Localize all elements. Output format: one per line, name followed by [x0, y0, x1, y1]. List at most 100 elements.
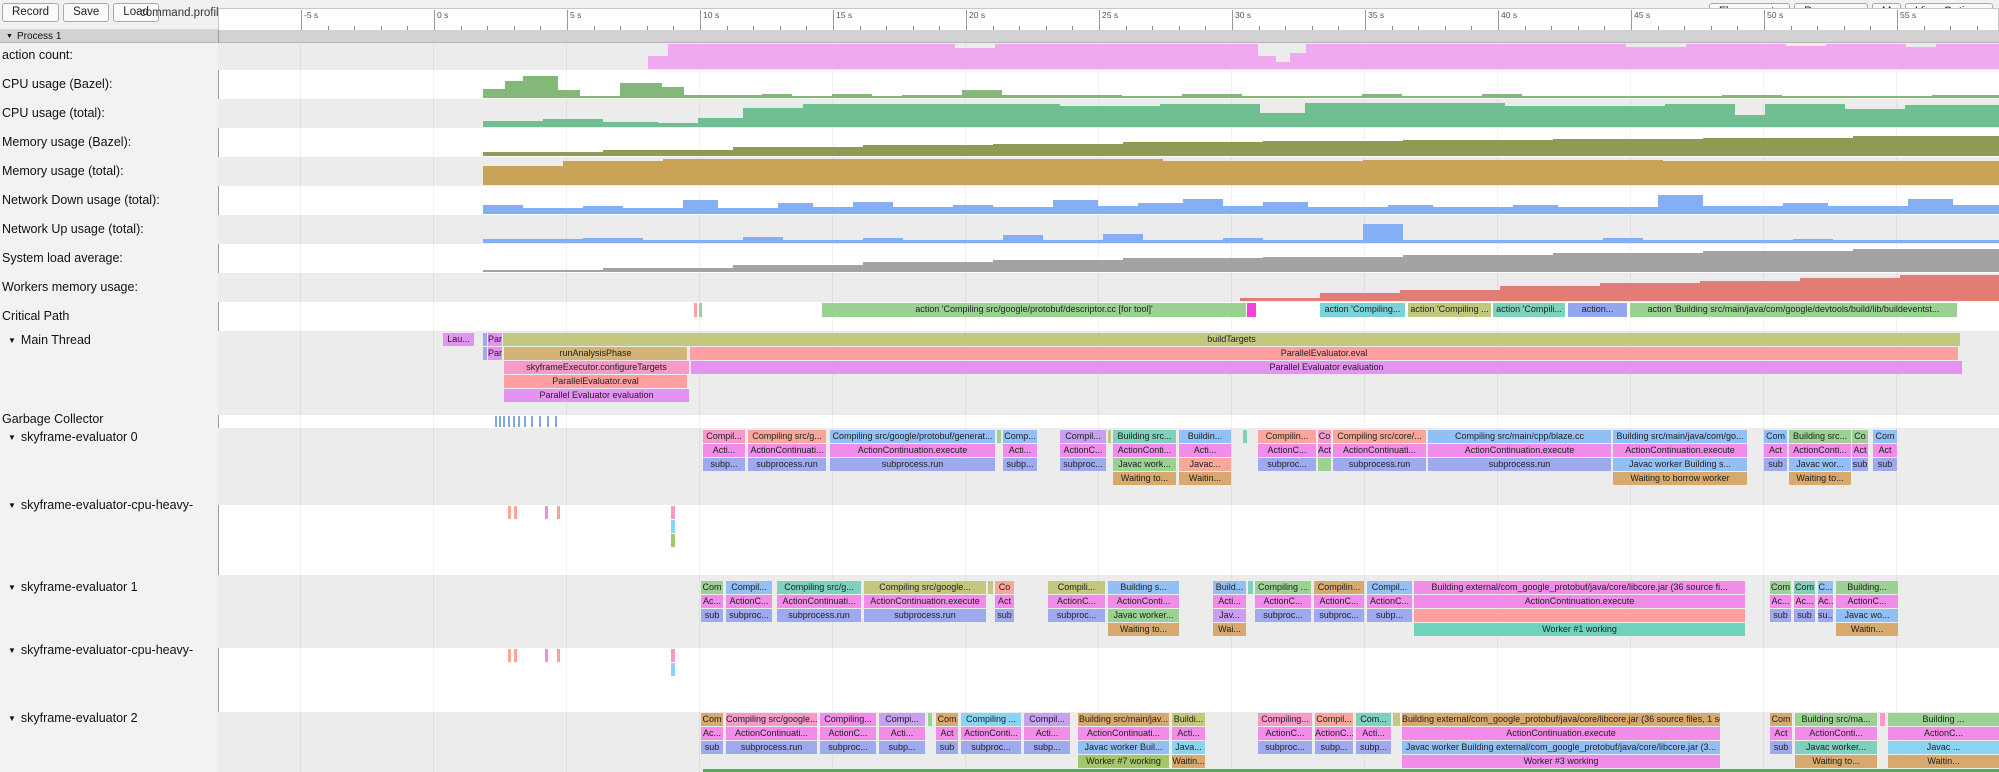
- counter-bar[interactable]: [543, 119, 603, 127]
- counter-bar[interactable]: [1553, 253, 1703, 272]
- trace-event[interactable]: ActionC...: [1836, 595, 1898, 608]
- counter-bar[interactable]: [1403, 255, 1553, 272]
- counter-bar[interactable]: [483, 121, 543, 127]
- trace-event[interactable]: Compiling ...: [1255, 581, 1311, 594]
- trace-event[interactable]: Building src/ma...: [1795, 713, 1877, 726]
- counter-bar[interactable]: [1665, 104, 1735, 127]
- counter-bar[interactable]: [863, 145, 993, 156]
- counter-bar[interactable]: [1263, 257, 1403, 272]
- trace-event[interactable]: Waitin...: [1179, 472, 1231, 485]
- counter-bar[interactable]: [1183, 199, 1223, 214]
- trace-event[interactable]: ActionC...: [1315, 727, 1353, 740]
- trace-event-sliver[interactable]: [671, 663, 675, 676]
- trace-event[interactable]: [1318, 458, 1331, 471]
- trace-event[interactable]: Javac worker Building s...: [1613, 458, 1747, 471]
- trace-event[interactable]: Javac worker Buil...: [1078, 741, 1169, 754]
- trace-event[interactable]: Par: [488, 333, 502, 346]
- trace-event[interactable]: Co: [1318, 430, 1331, 443]
- counter-bar[interactable]: [1833, 240, 1999, 243]
- trace-event[interactable]: C...: [1818, 581, 1833, 594]
- counter-bar[interactable]: [1553, 139, 1703, 156]
- trace-event[interactable]: ActionC...: [820, 727, 876, 740]
- counter-bar[interactable]: [1513, 205, 1558, 214]
- trace-event[interactable]: ActionC...: [1367, 595, 1412, 608]
- trace-event[interactable]: Act: [1852, 444, 1868, 457]
- trace-event[interactable]: Acti...: [1179, 444, 1231, 457]
- trace-event[interactable]: subp...: [1315, 741, 1353, 754]
- counter-bar[interactable]: [792, 96, 832, 98]
- counter-bar[interactable]: [1906, 47, 1936, 69]
- trace-event[interactable]: [1247, 303, 1256, 317]
- counter-bar[interactable]: [1003, 235, 1043, 243]
- counter-bar[interactable]: [483, 89, 505, 98]
- trace-event[interactable]: ActionC...: [1888, 727, 1999, 740]
- counter-bar[interactable]: [1122, 96, 1182, 98]
- trace-event[interactable]: Wai...: [1213, 623, 1246, 636]
- time-ruler[interactable]: -5 s0 s5 s10 s15 s20 s25 s30 s35 s40 s45…: [218, 8, 1999, 30]
- trace-event[interactable]: sub: [1852, 458, 1868, 471]
- counter-bar[interactable]: [563, 161, 663, 185]
- counter-bar[interactable]: [1853, 249, 1999, 272]
- counter-bar[interactable]: [1143, 240, 1223, 243]
- counter-bar[interactable]: [620, 83, 662, 98]
- trace-event-sliver[interactable]: [545, 506, 548, 519]
- record-button[interactable]: Record: [2, 3, 59, 22]
- trace-event[interactable]: subprocess.run: [726, 741, 817, 754]
- trace-event[interactable]: Comp...: [1003, 430, 1037, 443]
- trace-event[interactable]: Parallel Evaluator evaluation: [691, 361, 1962, 374]
- trace-event[interactable]: Compili...: [1048, 581, 1105, 594]
- trace-event[interactable]: ActionContinuati...: [1078, 727, 1169, 740]
- counter-bar[interactable]: [1558, 207, 1658, 214]
- trace-event[interactable]: ActionContinuation.execute: [1402, 727, 1720, 740]
- counter-bar[interactable]: [663, 159, 1163, 185]
- counter-bar[interactable]: [1282, 96, 1362, 98]
- trace-event[interactable]: [483, 347, 487, 360]
- trace-event[interactable]: action 'Compiling...: [1320, 303, 1405, 317]
- counter-bar[interactable]: [733, 265, 863, 272]
- track-label-skyframe-evaluator-cpu-heavy[interactable]: ▼skyframe-evaluator-cpu-heavy-: [2, 498, 193, 512]
- trace-event[interactable]: action 'Compili...: [1493, 303, 1565, 317]
- trace-event[interactable]: [1393, 713, 1400, 726]
- counter-bar[interactable]: [1908, 199, 1953, 214]
- trace-event[interactable]: [1108, 430, 1111, 443]
- trace-event[interactable]: ActionConti...: [1113, 444, 1176, 457]
- trace-event[interactable]: ActionC...: [1048, 595, 1105, 608]
- counter-bar[interactable]: [1905, 105, 1999, 127]
- counter-bar[interactable]: [993, 144, 1123, 156]
- trace-event-sliver[interactable]: [514, 506, 517, 519]
- trace-event[interactable]: [1880, 713, 1885, 726]
- counter-bar[interactable]: [505, 81, 523, 98]
- counter-bar[interactable]: [623, 208, 683, 214]
- counter-bar[interactable]: [955, 48, 995, 69]
- trace-event[interactable]: Compil...: [1060, 430, 1106, 443]
- track-label-skyframe-evaluator-0[interactable]: ▼skyframe-evaluator 0: [2, 430, 138, 444]
- trace-event[interactable]: ActionConti...: [961, 727, 1021, 740]
- trace-event[interactable]: Compilin...: [1258, 430, 1316, 443]
- trace-event[interactable]: subp...: [1367, 609, 1412, 622]
- trace-event[interactable]: Com: [936, 713, 958, 726]
- trace-event[interactable]: Act: [1318, 444, 1331, 457]
- trace-event[interactable]: ActionC...: [1258, 727, 1312, 740]
- counter-bar[interactable]: [995, 44, 1258, 69]
- trace-event[interactable]: subp...: [1024, 741, 1070, 754]
- trace-event[interactable]: Building external/com_google_protobuf/ja…: [1414, 581, 1745, 594]
- trace-event[interactable]: Waiting to...: [1789, 472, 1851, 485]
- trace-event[interactable]: Com: [1764, 430, 1787, 443]
- trace-event[interactable]: Compiling...: [820, 713, 876, 726]
- process-header[interactable]: ▼Process 1: [0, 30, 1999, 43]
- trace-event[interactable]: [699, 303, 702, 317]
- trace-event[interactable]: [483, 333, 487, 346]
- trace-event[interactable]: Building ...: [1888, 713, 1999, 726]
- trace-event[interactable]: ActionContinuation.execute: [1414, 595, 1745, 608]
- trace-event[interactable]: Build...: [1213, 581, 1246, 594]
- timeline-canvas[interactable]: action 'Compiling src/google/protobuf/de…: [218, 43, 1999, 772]
- counter-bar[interactable]: [1932, 95, 1999, 98]
- trace-event[interactable]: sub: [701, 609, 723, 622]
- trace-event[interactable]: Compiling src/core/...: [1333, 430, 1426, 443]
- trace-event[interactable]: subprocess.run: [777, 609, 861, 622]
- counter-bar[interactable]: [1703, 251, 1853, 272]
- trace-event[interactable]: ActionC...: [726, 595, 772, 608]
- trace-event[interactable]: skyframeExecutor.configureTargets: [504, 361, 689, 374]
- counter-bar[interactable]: [1242, 96, 1282, 98]
- trace-event[interactable]: Lau...: [443, 333, 474, 346]
